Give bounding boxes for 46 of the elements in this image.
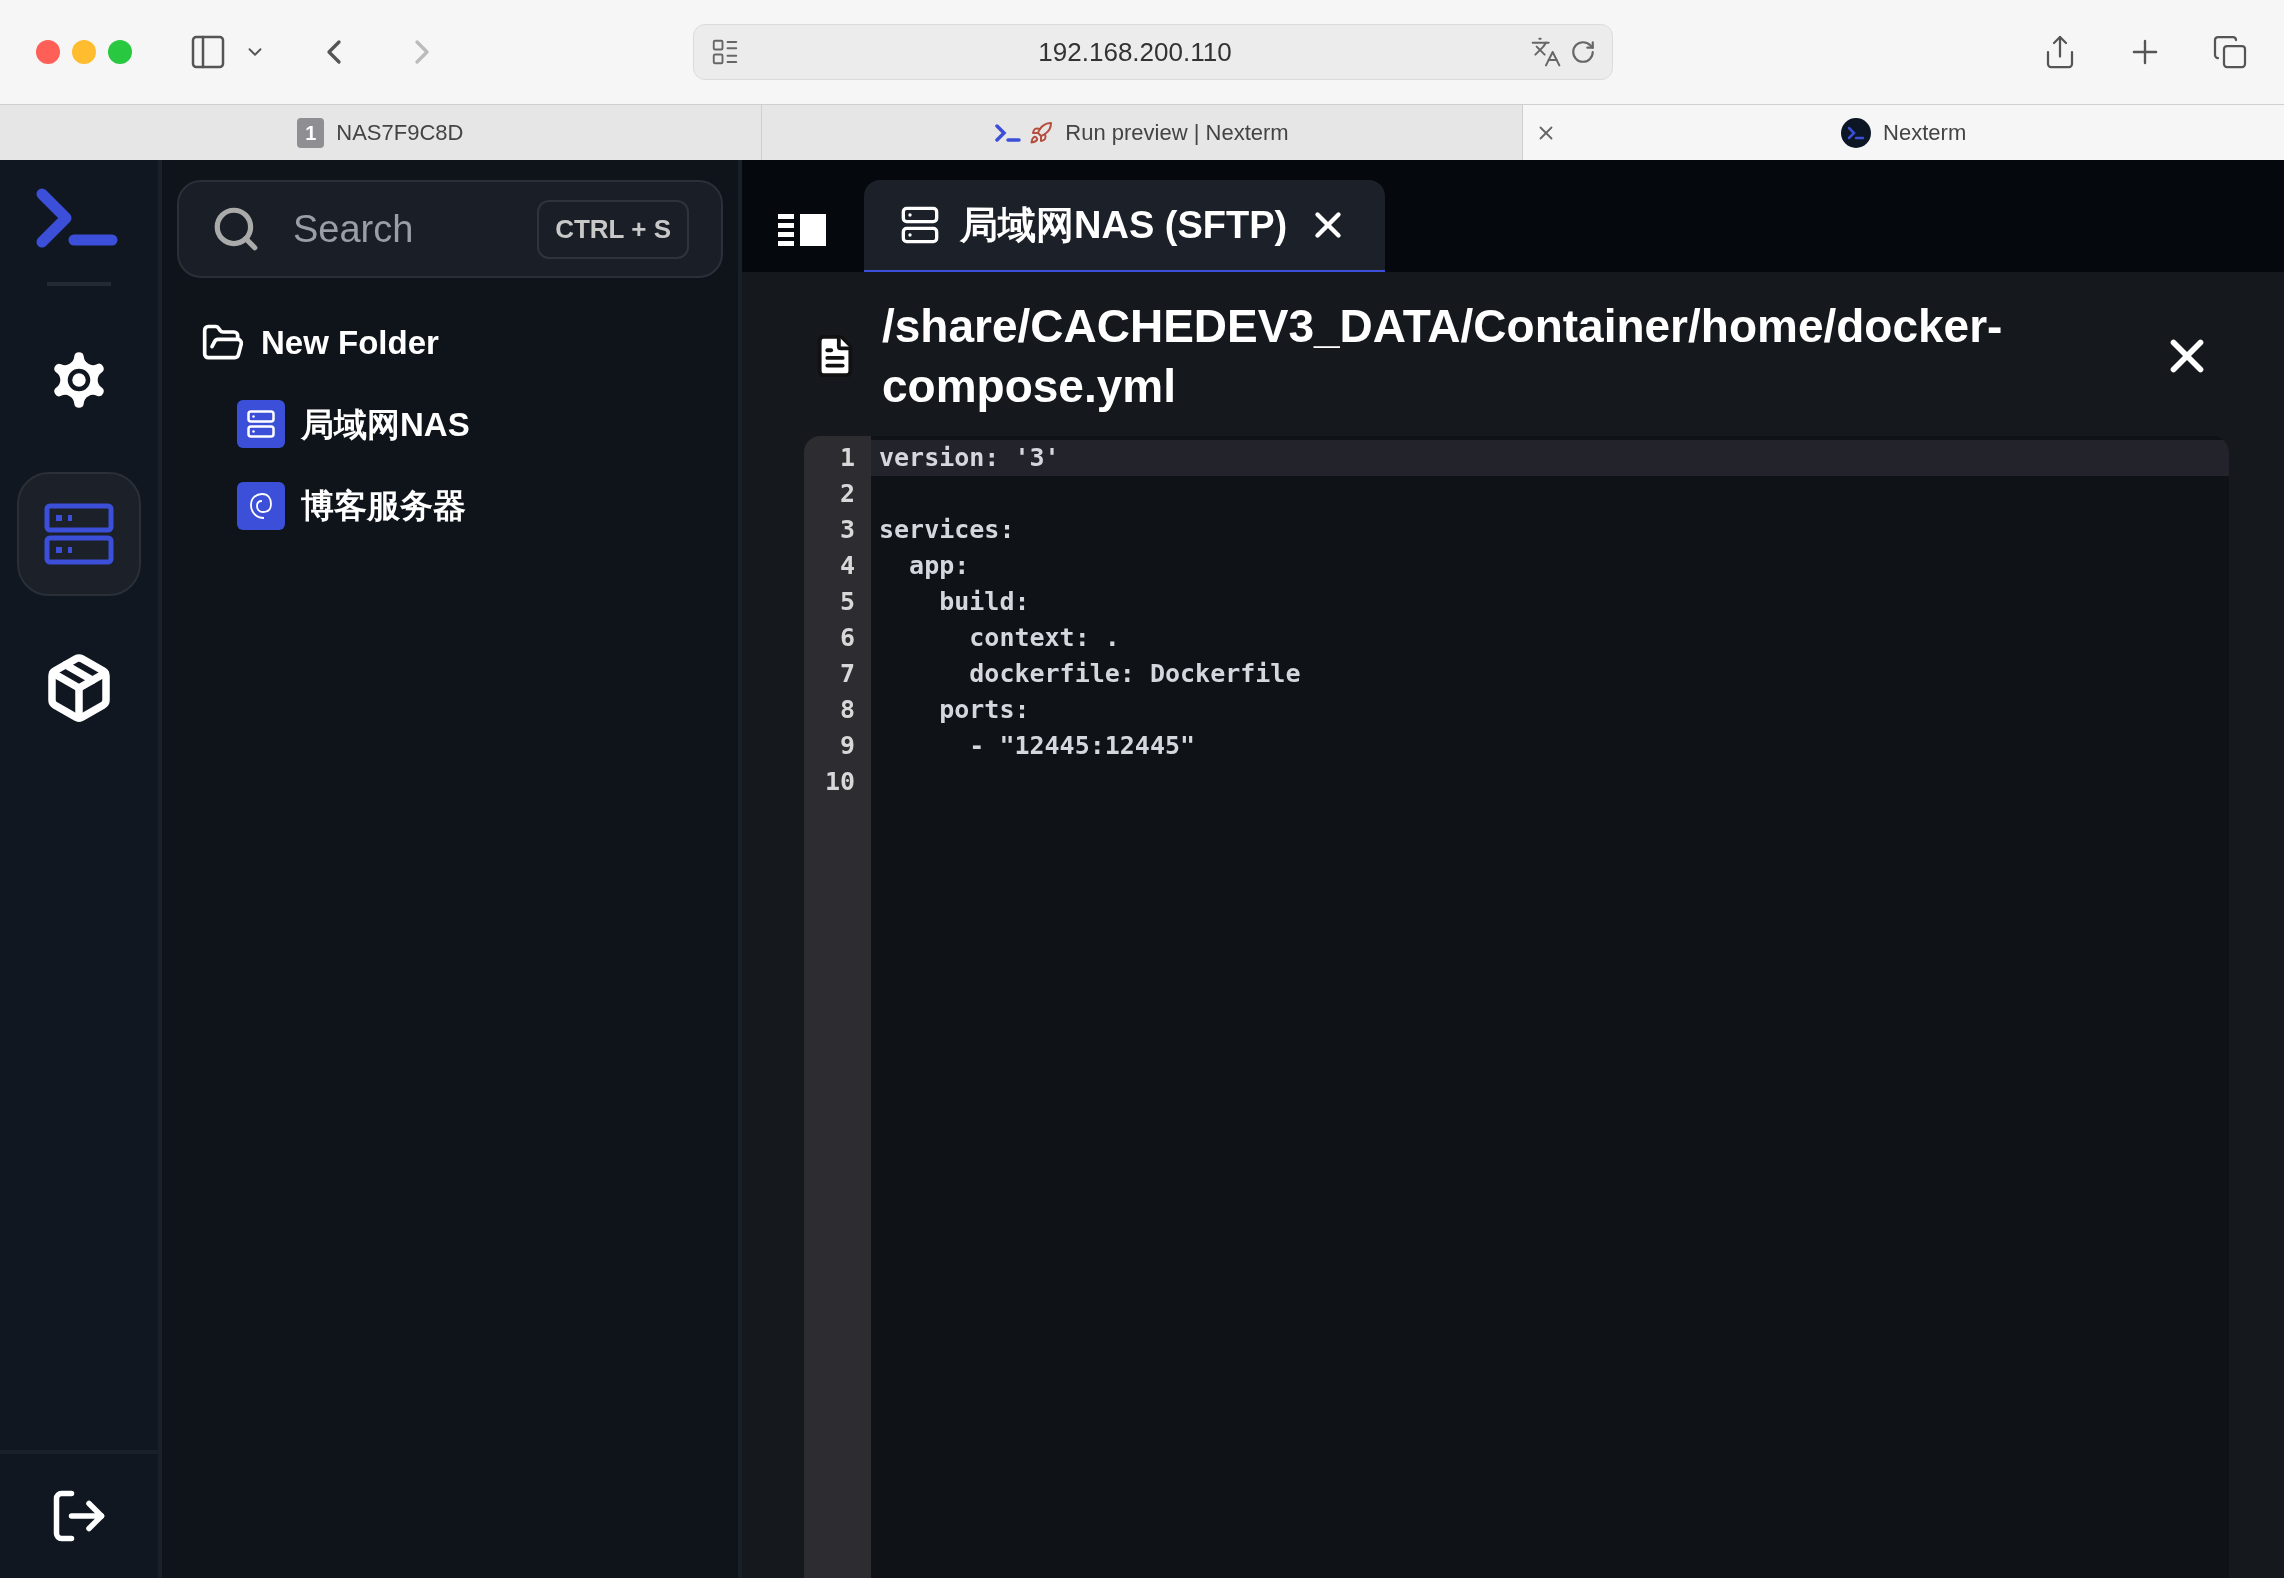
code-editor[interactable]: 1 2 3 4 5 6 7 8 9 10 version: '3' services: app: build: context: . dockerfile: Dockerfile ports: - "12445:12445" xyxy=(804,436,2229,1578)
address-bar[interactable]: 192.168.200.110 xyxy=(693,24,1613,80)
tab-badge: 1 xyxy=(297,117,325,148)
shortcut-hint: CTRL + S xyxy=(537,199,689,259)
translate-icon[interactable] xyxy=(1530,36,1562,68)
line-number: 9 xyxy=(838,730,856,762)
url-text: 192.168.200.110 xyxy=(1037,35,1233,69)
tab-title: Nexterm xyxy=(1883,119,1967,147)
line-number: 4 xyxy=(838,550,856,582)
swirl-icon xyxy=(237,481,285,530)
browser-tab[interactable]: Nexterm xyxy=(1523,105,2284,160)
tab-title: NAS7F9C8D xyxy=(336,119,464,147)
line-number: 1 xyxy=(838,442,856,474)
code-line: - "12445:12445" xyxy=(968,731,1196,760)
reload-icon[interactable] xyxy=(1570,39,1596,65)
code-line: context: . xyxy=(968,623,1120,652)
tab-title: Run preview | Nexterm xyxy=(1065,119,1289,147)
prompt-icon xyxy=(995,122,1022,143)
line-number: 10 xyxy=(823,766,856,798)
server-item[interactable]: 局域网NAS xyxy=(177,391,723,457)
code-line: app: xyxy=(908,551,970,580)
search-input[interactable]: Search xyxy=(293,200,523,258)
line-number: 3 xyxy=(838,514,856,546)
code-line: services: xyxy=(879,515,1015,544)
line-number: 5 xyxy=(838,586,856,618)
session-tab[interactable]: 局域网NAS (SFTP) xyxy=(864,180,1386,272)
prompt-logo-icon xyxy=(1841,117,1872,148)
server-stack-icon xyxy=(44,503,114,565)
page-menu-icon[interactable] xyxy=(710,37,740,67)
code-line: version: '3' xyxy=(879,443,1060,472)
code-line: build: xyxy=(938,587,1030,616)
folder-item[interactable]: New Folder xyxy=(177,310,723,376)
server-icon xyxy=(900,205,940,245)
server-item[interactable]: 博客服务器 xyxy=(177,473,723,539)
tab-overview-icon[interactable] xyxy=(2212,34,2248,70)
code-line: ports: xyxy=(938,695,1030,724)
line-number: 7 xyxy=(838,658,856,690)
search-field[interactable]: Search CTRL + S xyxy=(177,180,723,278)
file-path: /share/CACHEDEV3_DATA/Container/home/docker-compose.yml xyxy=(882,299,2004,414)
code-line: dockerfile: Dockerfile xyxy=(968,659,1301,688)
line-number: 2 xyxy=(838,478,856,510)
server-icon xyxy=(237,400,285,449)
line-number: 8 xyxy=(838,694,856,726)
line-number: 6 xyxy=(838,622,856,654)
close-window-button[interactable] xyxy=(36,40,60,64)
rocket-icon xyxy=(1029,120,1054,145)
